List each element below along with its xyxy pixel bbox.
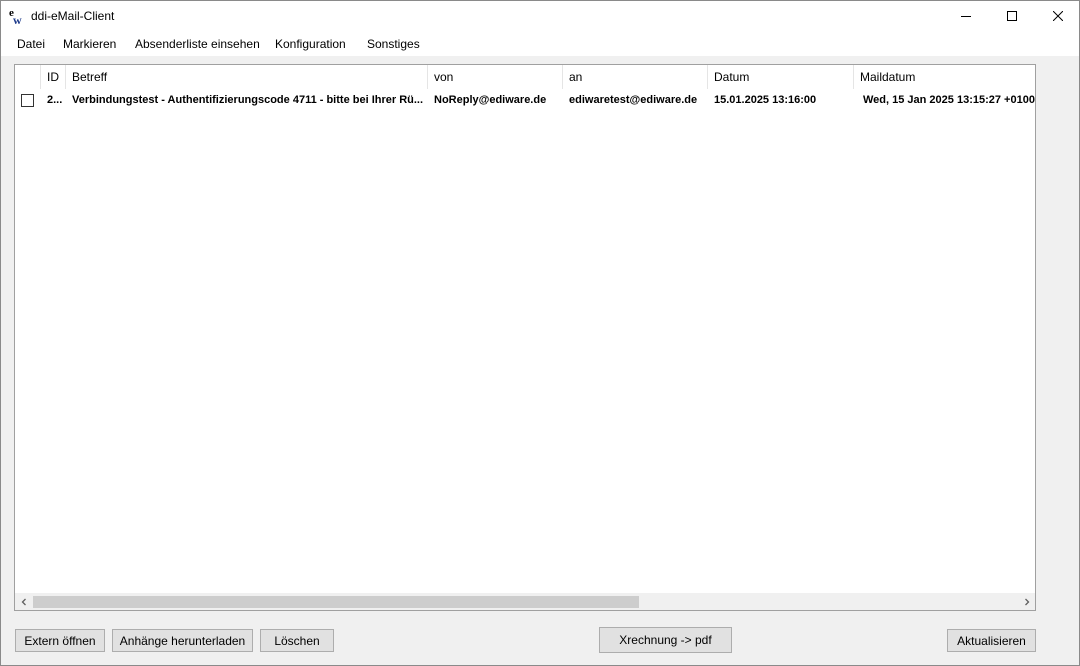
- close-button[interactable]: [1035, 1, 1079, 31]
- cell-datum: 15.01.2025 13:16:00: [714, 94, 817, 106]
- cell-von: NoReply@ediware.de: [434, 94, 547, 106]
- cell-id: 2...: [47, 94, 63, 106]
- extern-oeffnen-button[interactable]: Extern öffnen: [15, 629, 105, 652]
- svg-text:w: w: [13, 13, 22, 25]
- close-icon: [1053, 11, 1063, 21]
- table-header: ID Betreff von an Datum Maildatum: [15, 65, 1035, 89]
- column-header-betreff[interactable]: Betreff: [66, 65, 428, 89]
- column-header-an[interactable]: an: [563, 65, 708, 89]
- maximize-icon: [1007, 11, 1017, 21]
- xrechnung-pdf-button[interactable]: Xrechnung -> pdf: [599, 627, 732, 653]
- title-bar: e w ddi-eMail-Client: [1, 1, 1079, 31]
- menu-absenderliste[interactable]: Absenderliste einsehen: [135, 37, 260, 51]
- loeschen-button[interactable]: Löschen: [260, 629, 334, 652]
- maximize-button[interactable]: [989, 1, 1035, 31]
- anhaenge-herunterladen-button[interactable]: Anhänge herunterladen: [112, 629, 253, 652]
- chevron-right-icon: [1024, 598, 1029, 605]
- menu-bar: Datei Markieren Absenderliste einsehen K…: [1, 31, 1079, 56]
- column-header-maildatum[interactable]: Maildatum: [854, 65, 1035, 89]
- aktualisieren-button[interactable]: Aktualisieren: [947, 629, 1036, 652]
- menu-datei[interactable]: Datei: [17, 37, 45, 51]
- email-list[interactable]: ID Betreff von an Datum Maildatum 2... V…: [14, 64, 1036, 611]
- cell-maildatum: Wed, 15 Jan 2025 13:15:27 +0100: [863, 94, 1035, 106]
- scroll-left-button[interactable]: [15, 593, 32, 610]
- scroll-right-button[interactable]: [1018, 593, 1035, 610]
- menu-konfiguration[interactable]: Konfiguration: [275, 37, 346, 51]
- minimize-icon: [961, 16, 971, 17]
- column-header-datum[interactable]: Datum: [708, 65, 854, 89]
- column-header-id[interactable]: ID: [41, 65, 66, 89]
- minimize-button[interactable]: [943, 1, 989, 31]
- row-checkbox[interactable]: [21, 94, 34, 107]
- window-title: ddi-eMail-Client: [31, 9, 115, 23]
- column-header-von[interactable]: von: [428, 65, 563, 89]
- table-row[interactable]: 2... Verbindungstest - Authentifizierung…: [15, 90, 1035, 110]
- ew-logo-icon: e w: [9, 7, 22, 25]
- column-header-check[interactable]: [15, 65, 41, 89]
- cell-an: ediwaretest@ediware.de: [569, 94, 698, 106]
- menu-sonstiges[interactable]: Sonstiges: [367, 37, 420, 51]
- scrollbar-thumb[interactable]: [33, 596, 639, 608]
- cell-betreff: Verbindungstest - Authentifizierungscode…: [72, 94, 424, 106]
- main-window: e w ddi-eMail-Client Datei Markieren Abs…: [0, 0, 1080, 666]
- menu-markieren[interactable]: Markieren: [63, 37, 116, 51]
- horizontal-scrollbar[interactable]: [15, 593, 1035, 610]
- chevron-left-icon: [21, 598, 26, 605]
